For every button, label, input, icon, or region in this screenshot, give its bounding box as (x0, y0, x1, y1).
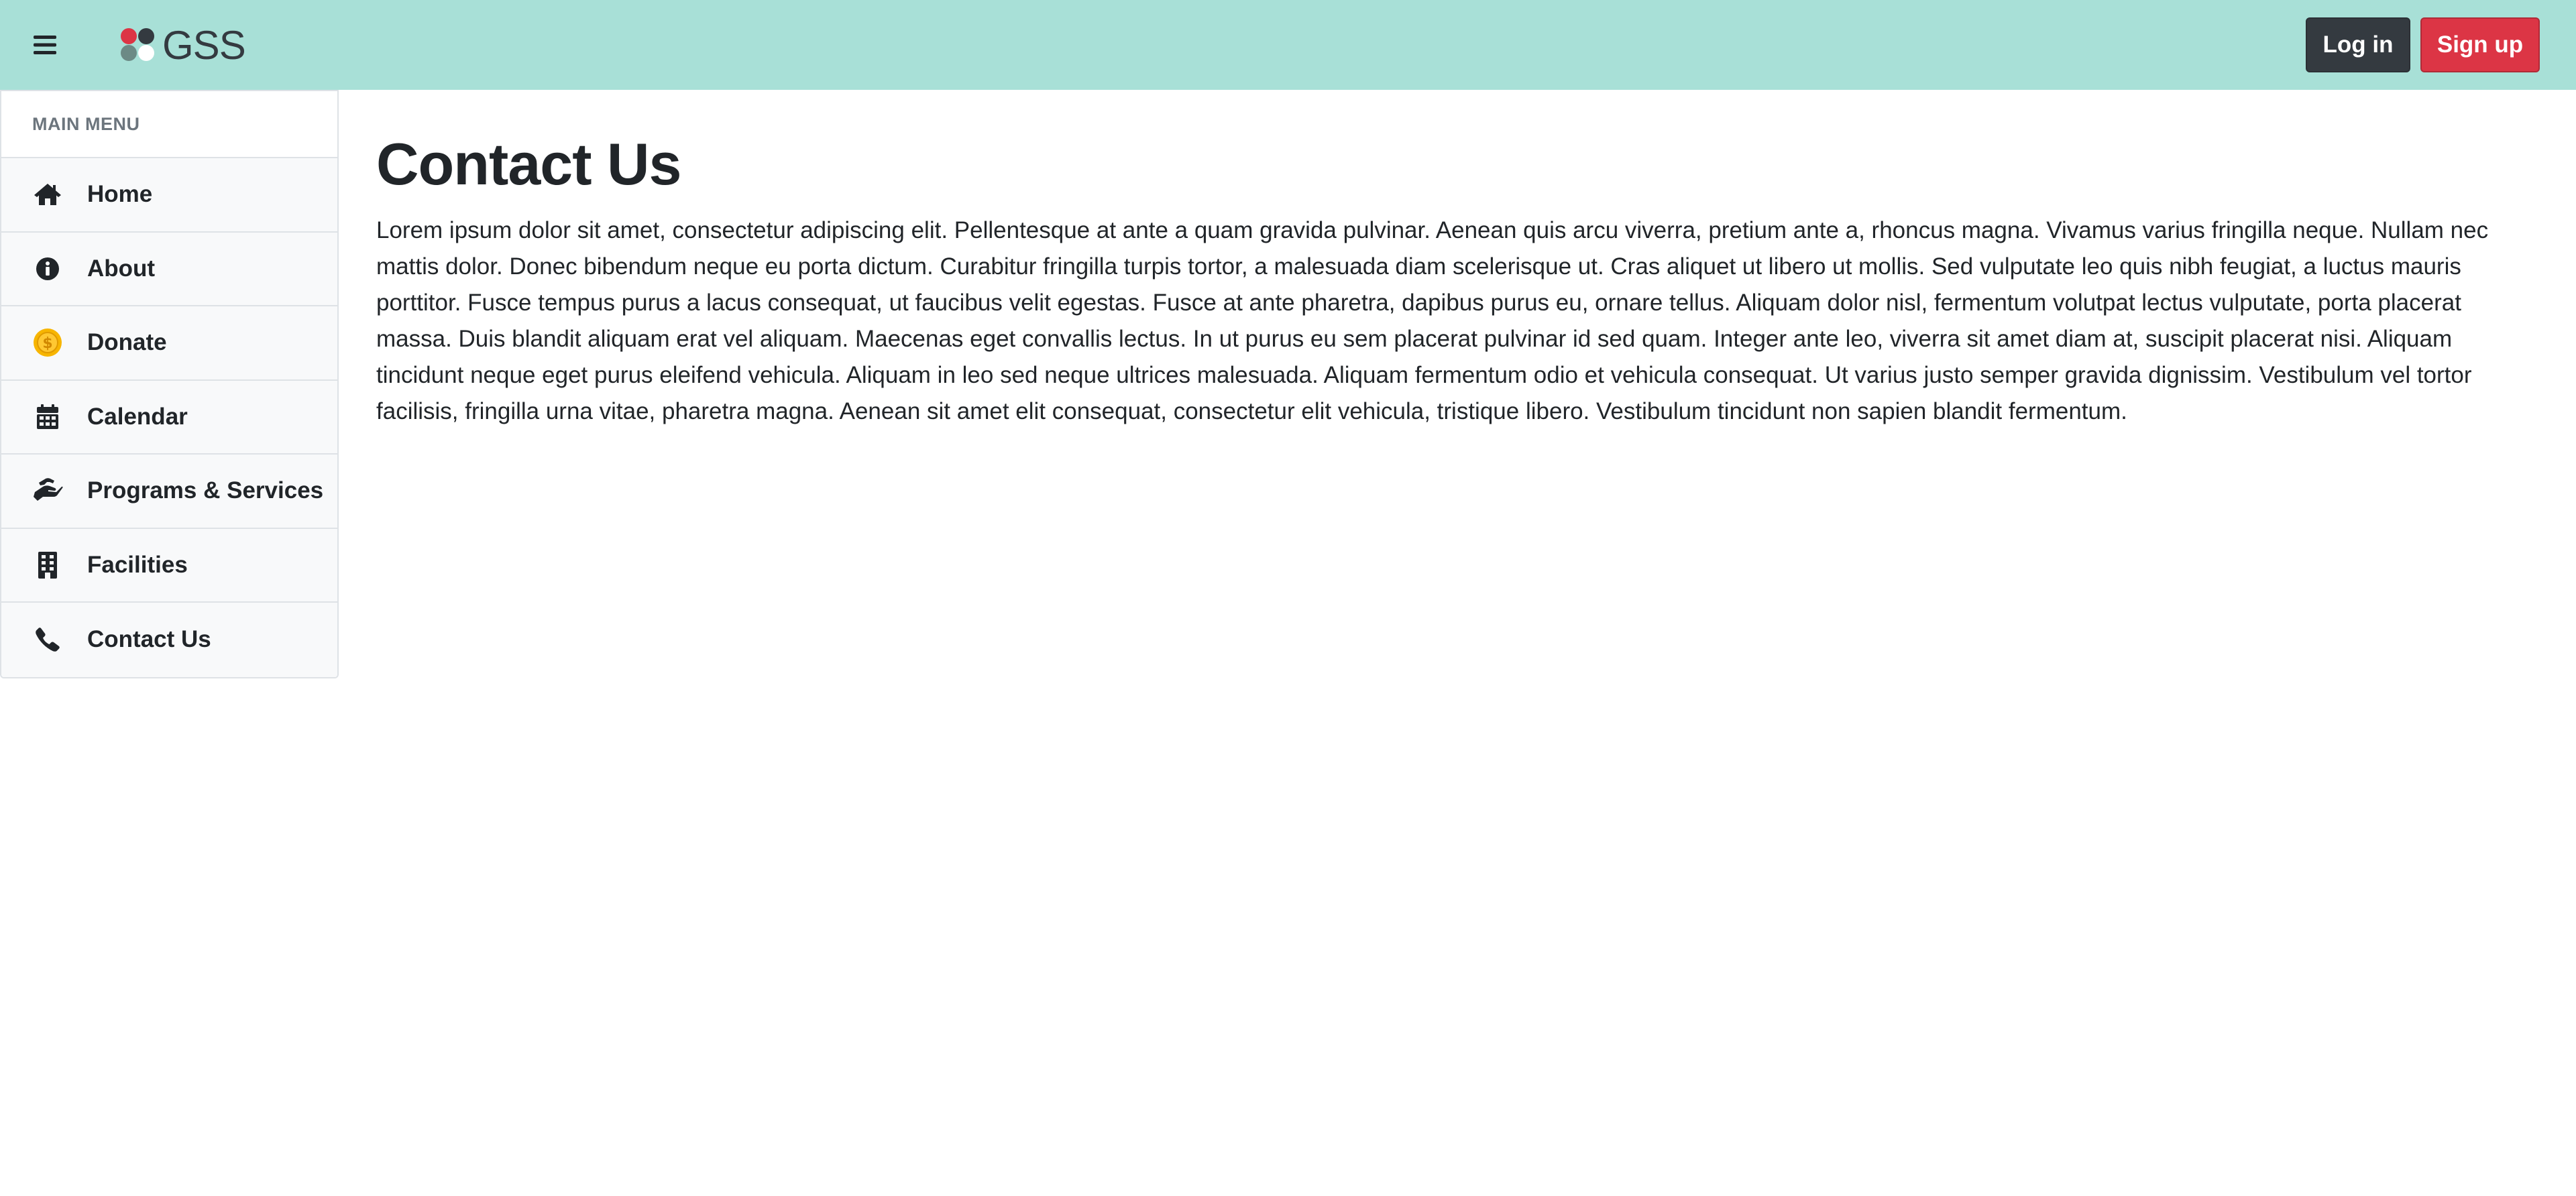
brand-link[interactable]: GSS (119, 20, 246, 70)
sidebar-item-label: Programs & Services (87, 477, 324, 504)
sidebar-item-programs-services[interactable]: Programs & Services (1, 455, 337, 529)
svg-text:$: $ (42, 335, 52, 352)
main-content: Contact Us Lorem ipsum dolor sit amet, c… (376, 124, 2536, 430)
sidebar-item-label: Home (87, 181, 153, 208)
hand-holding-icon (32, 475, 63, 506)
sidebar-item-calendar[interactable]: Calendar (1, 380, 337, 455)
sidebar-item-contact-us[interactable]: Contact Us (1, 603, 337, 677)
main-menu-heading: MAIN MENU (1, 91, 337, 158)
phone-icon (32, 624, 63, 655)
info-icon (32, 253, 63, 284)
sidebar-item-label: Calendar (87, 403, 188, 430)
sidebar-item-label: Contact Us (87, 626, 211, 653)
main-menu-sidebar: MAIN MENU Home About $ Donate Calendar P… (0, 90, 339, 678)
brand-name: GSS (162, 22, 246, 68)
sidebar-item-donate[interactable]: $ Donate (1, 306, 337, 381)
sidebar-item-label: Donate (87, 329, 167, 356)
signup-button[interactable]: Sign up (2420, 17, 2540, 72)
page-body-text: Lorem ipsum dolor sit amet, consectetur … (376, 217, 2489, 424)
sidebar-item-home[interactable]: Home (1, 158, 337, 233)
login-button[interactable]: Log in (2306, 17, 2410, 72)
sidebar-item-label: About (87, 255, 156, 282)
calendar-icon (32, 402, 63, 432)
page-title: Contact Us (376, 131, 682, 197)
sidebar-item-about[interactable]: About (1, 232, 337, 306)
coin-icon: $ (32, 327, 63, 358)
building-icon (32, 550, 63, 581)
top-navbar: GSS Log in Sign up (0, 0, 2576, 90)
home-icon (32, 179, 63, 210)
sidebar-item-label: Facilities (87, 551, 188, 578)
brand-logo-icon (121, 28, 154, 61)
sidebar-item-facilities[interactable]: Facilities (1, 528, 337, 603)
hamburger-icon[interactable] (30, 29, 60, 60)
